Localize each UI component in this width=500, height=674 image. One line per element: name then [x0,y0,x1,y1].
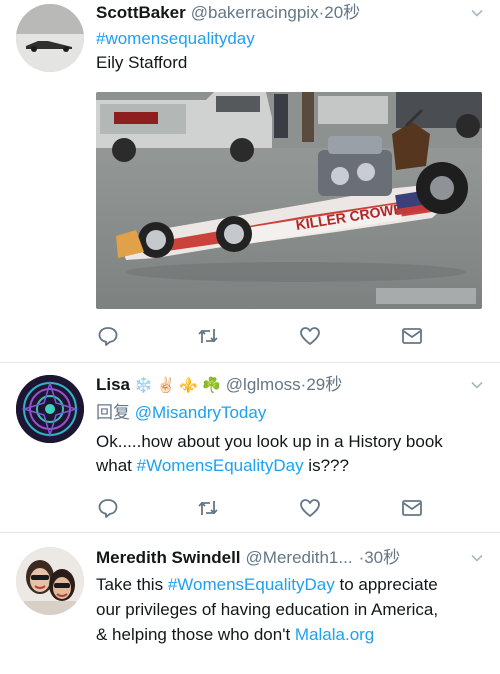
reply-icon [98,499,118,518]
retweet-icon [198,329,218,343]
user-handle[interactable]: @Meredith1... [246,548,353,567]
like-button[interactable] [298,324,322,348]
reply-prefix: 回复 [96,403,130,422]
tweet-scottbaker[interactable]: ScottBaker @bakerracingpix·20秒 #womensequ… [0,0,500,362]
avatar-image [16,547,84,615]
direct-message-button[interactable] [400,496,424,520]
retweet-icon [198,501,218,515]
shamrock-emoji-icon: ☘️ [202,377,221,394]
reply-button[interactable] [96,324,120,348]
chevron-down-icon[interactable] [470,378,484,392]
avatar[interactable] [16,375,84,443]
like-button[interactable] [298,496,322,520]
tweet-text-part: is??? [303,456,349,475]
hashtag-link[interactable]: #WomensEqualityDay [137,456,304,475]
like-icon [300,327,320,345]
snowflake-emoji-icon: ❄️ [134,377,153,394]
tweet-text: Take this #WomensEqualityDay to apprecia… [96,572,446,647]
hashtag-link[interactable]: #WomensEqualityDay [168,575,335,594]
avatar[interactable] [16,547,84,615]
tweet-text: Ok.....how about you look up in a Histor… [96,430,476,478]
tweet-text: Eily Stafford [96,53,188,72]
retweet-button[interactable] [196,496,220,520]
reply-button[interactable] [96,496,120,520]
direct-message-icon [402,328,422,344]
timestamp[interactable]: ·30秒 [359,548,401,567]
avatar[interactable] [16,4,84,72]
display-name[interactable]: Meredith Swindell [96,548,241,567]
hashtag-link[interactable]: #womensequalityday [96,29,255,48]
retweet-button[interactable] [196,324,220,348]
direct-message-icon [402,500,422,516]
user-handle[interactable]: @lglmoss [226,375,301,394]
like-icon [300,499,320,517]
tweet-media-image[interactable]: KILLER CROWER [96,92,482,309]
tweet-meredith[interactable]: Meredith Swindell @Meredith1... ·30秒 Take … [0,533,500,674]
chevron-down-icon[interactable] [470,6,484,20]
reply-icon [98,327,118,346]
display-name[interactable]: Lisa [96,375,130,394]
avatar-image [16,4,84,72]
tweet-text-part: Take this [96,575,168,594]
user-handle[interactable]: @bakerracingpix [191,3,319,22]
direct-message-button[interactable] [400,324,424,348]
tweet-lisa[interactable]: Lisa ❄️ ✌🏻 ⚜️ ☘️ @lglmoss·29秒 回复 @MisandryTod… [0,363,500,532]
victory-hand-emoji-icon: ✌🏻 [156,377,176,394]
display-name[interactable]: ScottBaker [96,3,186,22]
timestamp[interactable]: ·20秒 [319,3,361,22]
fleur-de-lis-emoji-icon: ⚜️ [179,377,199,394]
external-link[interactable]: Malala.org [295,625,374,644]
chevron-down-icon[interactable] [470,551,484,565]
avatar-image [16,375,84,443]
reply-to-link[interactable]: @MisandryToday [135,403,267,422]
timestamp[interactable]: ·29秒 [301,375,343,394]
